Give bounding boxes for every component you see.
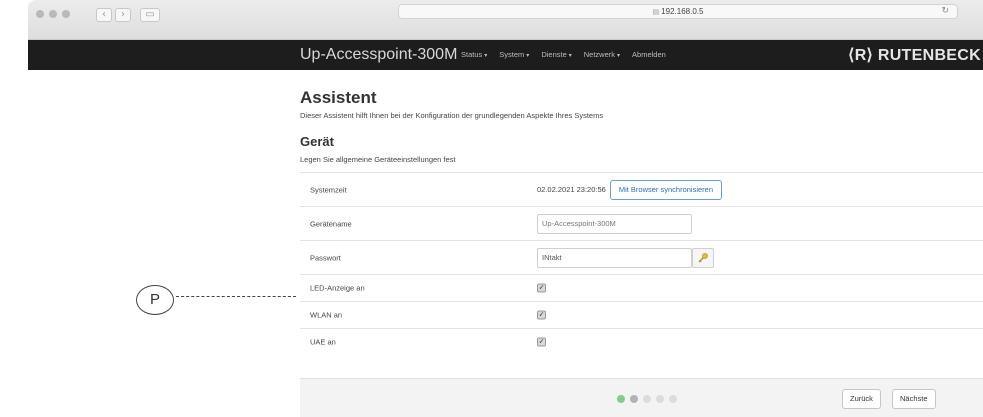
passwort-value-group: INtakt	[537, 247, 714, 268]
form-row-geraetename: Gerätename Up-Accesspoint-300M	[300, 206, 983, 240]
show-password-button[interactable]	[692, 247, 714, 268]
uae-label: UAE an	[310, 337, 336, 347]
geraetename-input[interactable]: Up-Accesspoint-300M	[537, 213, 692, 234]
step-dot	[617, 395, 625, 403]
window-controls	[36, 10, 70, 18]
brand-title[interactable]: Up-Accesspoint-300M	[300, 46, 457, 64]
uae-value-group: ✓	[537, 337, 546, 347]
menu-item-label: Abmelden	[632, 50, 666, 59]
led-label: LED-Anzeige an	[310, 283, 365, 293]
menu-item-system[interactable]: System ▾	[499, 50, 529, 59]
uae-checkbox[interactable]: ✓	[537, 337, 546, 347]
caret-down-icon: ▾	[568, 53, 572, 59]
step-dot	[669, 395, 677, 403]
menu-item-netzwerk[interactable]: Netzwerk ▾	[584, 50, 620, 59]
geraetename-value-group: Up-Accesspoint-300M	[537, 213, 692, 234]
menu-item-dienste[interactable]: Dienste ▾	[541, 50, 571, 59]
form-row-systemzeit: Systemzeit 02.02.2021 23:20:56 Mit Brows…	[300, 172, 983, 206]
browser-chrome: ‹ › ▭ ▤ 192.168.0.5 ↻	[28, 0, 983, 40]
page-title: Assistent	[300, 88, 377, 107]
key-icon	[698, 252, 708, 262]
menu-item-label: Status	[461, 50, 483, 59]
callout-leader-line	[176, 296, 296, 297]
step-dot	[643, 395, 651, 403]
systemzeit-value: 02.02.2021 23:20:56	[537, 185, 606, 194]
back-step-button[interactable]: Zurück	[842, 389, 881, 409]
led-value-group: ✓	[537, 283, 546, 293]
wizard-footer: Zurück Nächste	[300, 378, 983, 417]
forward-button[interactable]: ›	[115, 8, 131, 22]
wlan-checkbox[interactable]: ✓	[537, 310, 546, 320]
passwort-input[interactable]: INtakt	[537, 247, 692, 268]
chevron-left-icon: ‹	[102, 9, 106, 20]
reload-icon[interactable]: ↻	[941, 5, 949, 18]
menu-item-status[interactable]: Status ▾	[461, 50, 487, 59]
back-button[interactable]: ‹	[96, 8, 112, 22]
minimize-window-button[interactable]	[49, 10, 57, 18]
lock-icon: ▤	[652, 9, 660, 16]
sync-browser-button[interactable]: Mit Browser synchronisieren	[609, 179, 723, 200]
menu-item-label: Dienste	[541, 50, 567, 59]
address-bar[interactable]: ▤ 192.168.0.5 ↻	[398, 4, 958, 19]
next-step-button[interactable]: Nächste	[892, 389, 936, 409]
menu-item-abmelden[interactable]: Abmelden	[632, 50, 666, 59]
settings-form: Systemzeit 02.02.2021 23:20:56 Mit Brows…	[300, 172, 983, 355]
menu-item-label: System	[499, 50, 525, 59]
main-content: Assistent Dieser Assistent hilft Ihnen b…	[0, 70, 983, 417]
sidebar-icon: ▭	[145, 9, 155, 20]
caret-down-icon: ▾	[617, 53, 621, 59]
maximize-window-button[interactable]	[62, 10, 70, 18]
menu-item-label: Netzwerk	[583, 50, 616, 59]
url-text: 192.168.0.5	[661, 7, 704, 16]
rutenbeck-logo: ⟨R⟩ RUTENBECK	[848, 47, 981, 64]
page-subtitle: Dieser Assistent hilft Ihnen bei der Kon…	[300, 111, 604, 120]
step-dot	[656, 395, 664, 403]
geraetename-label: Gerätename	[310, 219, 352, 228]
systemzeit-label: Systemzeit	[310, 185, 347, 194]
step-dot	[630, 395, 638, 403]
form-row-led: LED-Anzeige an ✓	[300, 274, 983, 301]
callout-marker: P	[136, 285, 174, 315]
caret-down-icon: ▾	[526, 53, 530, 59]
app-navbar: Up-Accesspoint-300M Status ▾ System ▾ Dien…	[28, 40, 983, 70]
wlan-label: WLAN an	[310, 310, 343, 320]
chevron-right-icon: ›	[121, 9, 125, 20]
passwort-label: Passwort	[310, 253, 341, 262]
form-row-uae: UAE an ✓	[300, 328, 983, 355]
step-indicator	[617, 395, 677, 403]
sidebar-toggle-button[interactable]: ▭	[140, 8, 160, 22]
caret-down-icon: ▾	[484, 53, 488, 59]
wlan-value-group: ✓	[537, 310, 546, 320]
systemzeit-value-group: 02.02.2021 23:20:56 Mit Browser synchron…	[537, 179, 723, 200]
section-subtitle: Legen Sie allgemeine Geräteeinstellungen…	[300, 155, 456, 164]
section-title: Gerät	[300, 134, 334, 149]
form-row-passwort: Passwort INtakt	[300, 240, 983, 274]
main-menu: Status ▾ System ▾ Dienste ▾ Netzwerk ▾ Abmel…	[461, 50, 666, 59]
form-row-wlan: WLAN an ✓	[300, 301, 983, 328]
led-checkbox[interactable]: ✓	[537, 283, 546, 293]
close-window-button[interactable]	[36, 10, 44, 18]
